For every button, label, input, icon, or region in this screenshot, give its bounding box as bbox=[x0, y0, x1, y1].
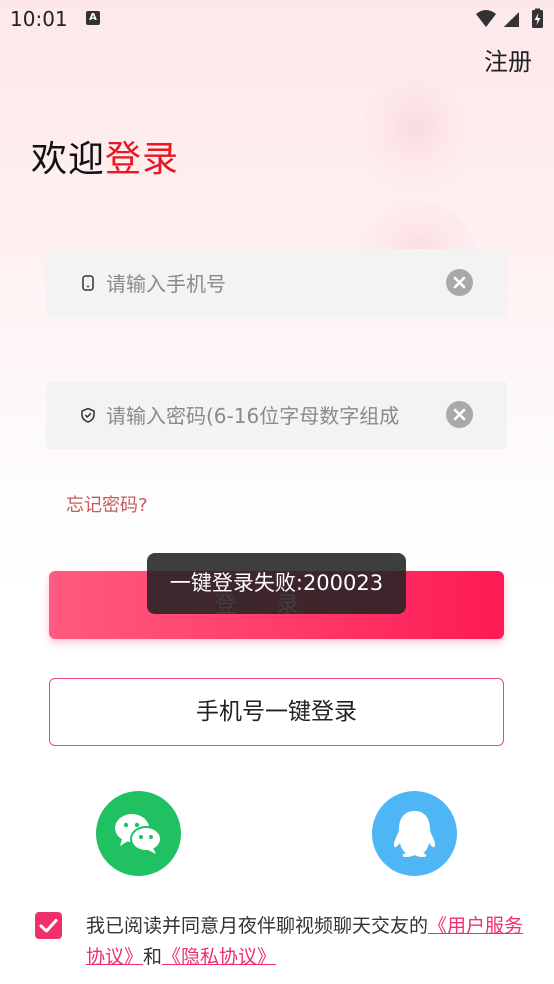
register-link[interactable]: 注册 bbox=[484, 42, 532, 77]
qq-icon bbox=[393, 811, 436, 857]
agreement-text: 我已阅读并同意月夜伴聊视频聊天交友的《用户服务协议》和《隐私协议》 bbox=[86, 911, 526, 973]
qq-login-button[interactable] bbox=[372, 791, 457, 876]
signal-icon bbox=[504, 12, 519, 27]
shield-icon bbox=[81, 407, 95, 423]
phone-icon bbox=[82, 275, 94, 291]
checkmark-icon bbox=[39, 919, 58, 933]
status-bar: 10:01 A bbox=[0, 0, 554, 38]
clear-icon[interactable] bbox=[446, 401, 473, 428]
forgot-password-link[interactable]: 忘记密码? bbox=[66, 491, 148, 517]
agreement-joiner: 和 bbox=[143, 946, 163, 968]
wifi-icon bbox=[476, 10, 496, 27]
agreement-checkbox[interactable] bbox=[35, 912, 62, 939]
page-title: 欢迎登录 bbox=[31, 130, 179, 182]
phone-quick-login-button[interactable]: 手机号一键登录 bbox=[49, 678, 504, 746]
notification-icon: A bbox=[86, 11, 100, 25]
wechat-icon bbox=[115, 814, 162, 854]
phone-input[interactable] bbox=[104, 249, 438, 319]
clear-icon[interactable] bbox=[446, 269, 473, 296]
status-time: 10:01 bbox=[10, 7, 68, 31]
agreement-prefix: 我已阅读并同意月夜伴聊视频聊天交友的 bbox=[86, 915, 429, 937]
privacy-agreement-link[interactable]: 《隐私协议》 bbox=[162, 946, 276, 968]
phone-field[interactable] bbox=[46, 249, 507, 319]
password-field[interactable] bbox=[46, 381, 507, 451]
system-status-icons bbox=[476, 8, 543, 28]
title-accent: 登录 bbox=[105, 139, 180, 180]
battery-charging-icon bbox=[532, 8, 543, 28]
wechat-login-button[interactable] bbox=[96, 791, 181, 876]
password-input[interactable] bbox=[104, 381, 438, 451]
title-prefix: 欢迎 bbox=[31, 139, 106, 180]
toast-message: 一键登录失败:200023 bbox=[147, 553, 406, 614]
